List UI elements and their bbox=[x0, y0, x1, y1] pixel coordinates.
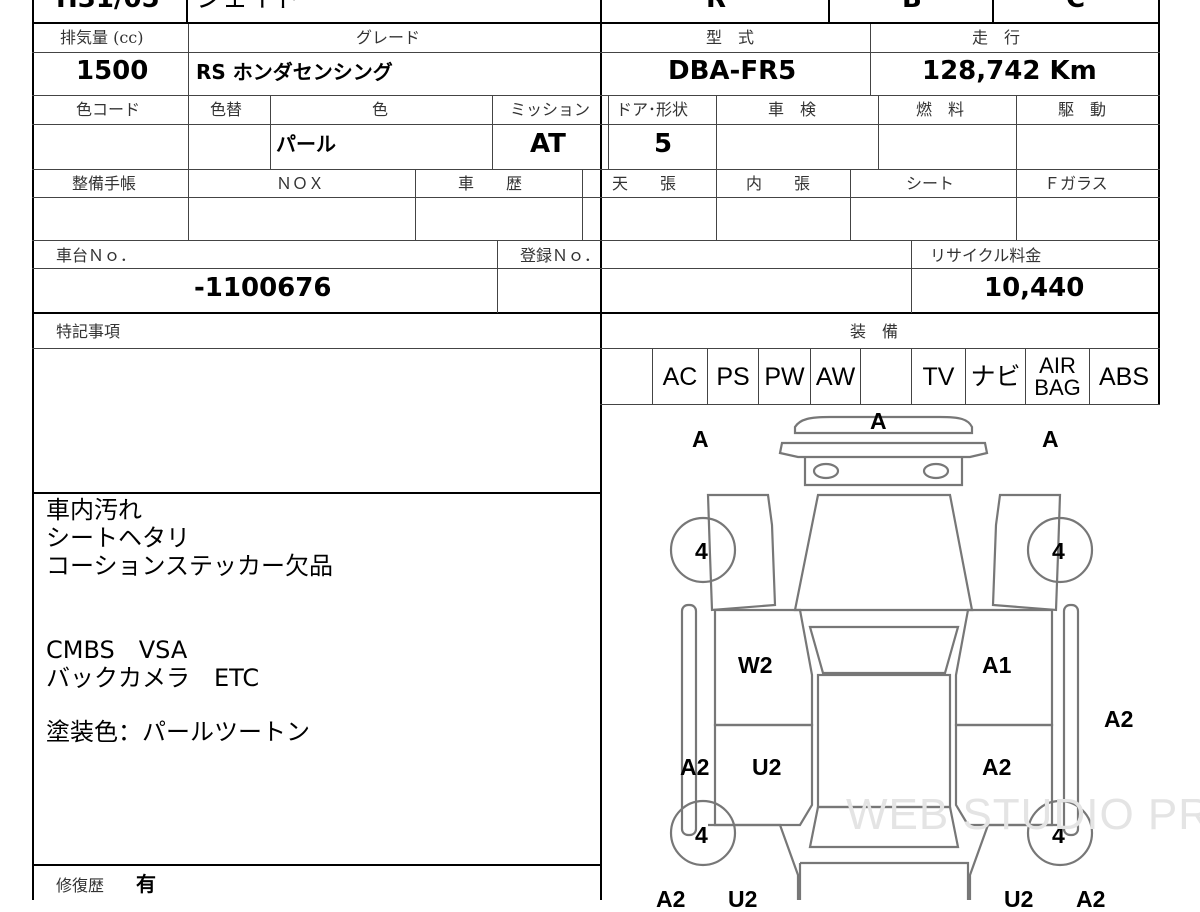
seat-label: シート bbox=[906, 174, 955, 193]
chassis-number-value: -1100676 bbox=[194, 273, 332, 303]
roof-lining-label: 天 張 bbox=[612, 174, 677, 193]
hood-outline bbox=[793, 493, 974, 612]
mark-tire-front-left: 4 bbox=[695, 538, 708, 564]
interior-trim-label: 内 張 bbox=[746, 174, 811, 193]
roof-outline bbox=[816, 673, 952, 809]
headlight-right-icon bbox=[922, 462, 950, 480]
displacement-value: 1500 bbox=[76, 56, 149, 86]
mark-tire-rear-left: 4 bbox=[695, 822, 708, 848]
equip-blank bbox=[861, 350, 911, 404]
color-change-label: 色替 bbox=[210, 100, 243, 119]
recycle-fee-value: 10,440 bbox=[984, 273, 1085, 303]
color-value: パール bbox=[276, 132, 336, 156]
mileage-label: 走 行 bbox=[972, 28, 1021, 47]
model-code-label: 型 式 bbox=[706, 28, 755, 47]
equip-airbag: AIR BAG bbox=[1034, 353, 1081, 400]
score-c: C bbox=[1066, 0, 1085, 12]
equip-aw: AW bbox=[815, 362, 856, 391]
drive-label: 駆 動 bbox=[1058, 100, 1107, 119]
mark-door-left-rear: U2 bbox=[752, 754, 782, 780]
repair-history-label: 修復歴 bbox=[56, 876, 105, 895]
mark-front-top: A bbox=[870, 408, 887, 434]
note-line: 塗装色：パールツートン bbox=[46, 718, 310, 746]
note-line: CMBS VSA bbox=[46, 636, 188, 664]
grade-label: グレード bbox=[356, 28, 421, 47]
fuel-label: 燃 料 bbox=[916, 100, 965, 119]
service-record-label: 整備手帳 bbox=[72, 174, 137, 193]
grade-value: RS ホンダセンシング bbox=[196, 60, 393, 84]
trunk-outline bbox=[798, 861, 970, 900]
mission-label: ミッション bbox=[510, 100, 591, 119]
model-code-value: DBA-FR5 bbox=[668, 56, 797, 86]
equip-pw: PW bbox=[764, 362, 805, 391]
displacement-label: 排気量 (cc) bbox=[60, 28, 144, 47]
mark-front-left: A bbox=[692, 426, 709, 452]
equip-ps: PS bbox=[716, 362, 750, 391]
vehicle-history-label: 車 歴 bbox=[458, 174, 523, 193]
repair-history-value: 有 bbox=[136, 872, 156, 896]
windshield-outline bbox=[808, 625, 960, 675]
note-line: コーションステッカー欠品 bbox=[46, 552, 334, 580]
mark-tire-front-right: 4 bbox=[1052, 538, 1065, 564]
recycle-fee-label: リサイクル料金 bbox=[930, 246, 1042, 265]
mark-side-left-rear: A2 bbox=[680, 754, 710, 780]
nox-label: ＮＯＸ bbox=[276, 174, 325, 193]
equip-tv: TV bbox=[922, 362, 955, 391]
chassis-number-label: 車台Ｎｏ． bbox=[56, 246, 137, 265]
watermark: WEB STUDIO PRO bbox=[846, 790, 1200, 839]
equipment-label: 装 備 bbox=[850, 322, 899, 341]
special-notes-label: 特記事項 bbox=[56, 322, 121, 341]
front-grille-outline bbox=[778, 441, 989, 459]
headlight-left-icon bbox=[812, 462, 840, 480]
mark-door-right-front: A1 bbox=[982, 652, 1012, 678]
equip-navi: ナビ bbox=[970, 362, 1021, 391]
registration-date: H31/05 bbox=[56, 0, 160, 12]
front-fender-right bbox=[991, 493, 1062, 612]
sill-left bbox=[680, 603, 698, 837]
equip-abs: ABS bbox=[1098, 362, 1150, 391]
mark-front-right: A bbox=[1042, 426, 1059, 452]
score-r: R bbox=[706, 0, 726, 12]
mark-door-right-rear: A2 bbox=[982, 754, 1012, 780]
door-shape-value: 5 bbox=[654, 129, 673, 159]
mission-value: AT bbox=[530, 129, 566, 159]
mileage-value: 128,742 Km bbox=[922, 56, 1097, 86]
note-line: 車内汚れ bbox=[46, 496, 142, 524]
equip-ac: AC bbox=[662, 362, 698, 391]
mark-side-right: A2 bbox=[1104, 706, 1134, 732]
front-lights-outline bbox=[803, 457, 964, 487]
front-glass-label: Ｆガラス bbox=[1044, 174, 1108, 193]
color-label: 色 bbox=[372, 100, 389, 119]
registration-number-label: 登録Ｎｏ． bbox=[520, 246, 601, 265]
note-line: シートヘタリ bbox=[46, 524, 190, 552]
color-code-label: 色コード bbox=[76, 100, 141, 119]
front-fender-left bbox=[706, 493, 777, 612]
score-b: B bbox=[902, 0, 922, 12]
door-shape-label: ドア･形状 bbox=[616, 100, 689, 119]
note-line: バックカメラ ETC bbox=[46, 664, 260, 692]
car-model-name: シェイド bbox=[196, 0, 300, 12]
mark-door-left-front: W2 bbox=[738, 652, 773, 678]
inspection-label: 車 検 bbox=[768, 100, 817, 119]
